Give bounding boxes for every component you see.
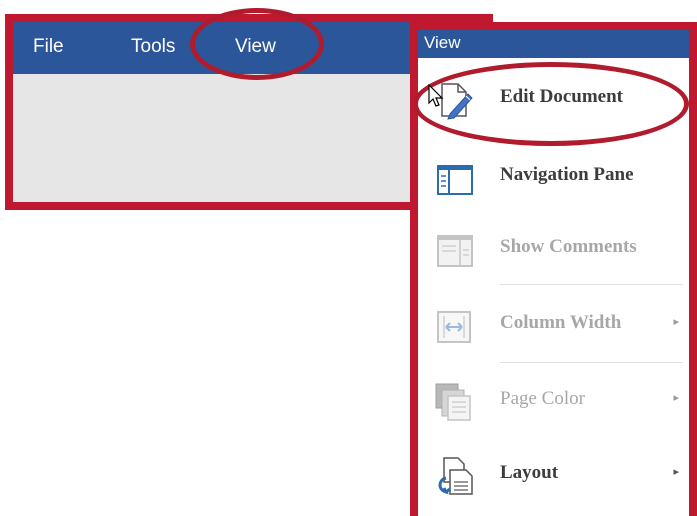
dropdown-items: Edit Document Navigation Pane Show Comme…	[418, 22, 689, 516]
submenu-arrow-icon: ▸	[673, 392, 679, 404]
submenu-arrow-icon: ▸	[673, 316, 679, 328]
menu-item-edit-document[interactable]: Edit Document	[418, 68, 689, 128]
show-comments-icon	[437, 235, 473, 267]
menu-separator	[500, 362, 683, 363]
menu-item-navigation-pane[interactable]: Navigation Pane	[418, 146, 689, 206]
screenshot-stage: File Tools View View Edit Document Navig…	[0, 0, 697, 516]
layout-icon	[438, 457, 473, 495]
menu-item-label: Column Width	[500, 312, 622, 333]
menu-separator	[500, 284, 683, 285]
menu-item-page-color[interactable]: Page Color ▸	[418, 370, 689, 430]
menu-item-label: Page Color	[500, 388, 585, 409]
menu-item-label: Show Comments	[500, 236, 637, 257]
page-color-icon	[435, 383, 471, 421]
submenu-arrow-icon: ▸	[673, 466, 679, 478]
menu-item-column-width[interactable]: Column Width ▸	[418, 294, 689, 354]
navigation-pane-icon	[437, 165, 473, 195]
menu-item-label: Edit Document	[500, 86, 623, 107]
menu-item-label: Navigation Pane	[500, 164, 634, 185]
menu-item-layout[interactable]: Layout ▸	[418, 444, 689, 504]
mouse-pointer-icon	[428, 84, 444, 107]
menu-view[interactable]: View	[235, 36, 276, 58]
column-width-icon	[437, 311, 471, 343]
menu-tools[interactable]: Tools	[131, 36, 175, 58]
menu-item-show-comments[interactable]: Show Comments	[418, 218, 689, 278]
menu-file[interactable]: File	[33, 36, 64, 58]
menu-item-label: Layout	[500, 462, 559, 483]
